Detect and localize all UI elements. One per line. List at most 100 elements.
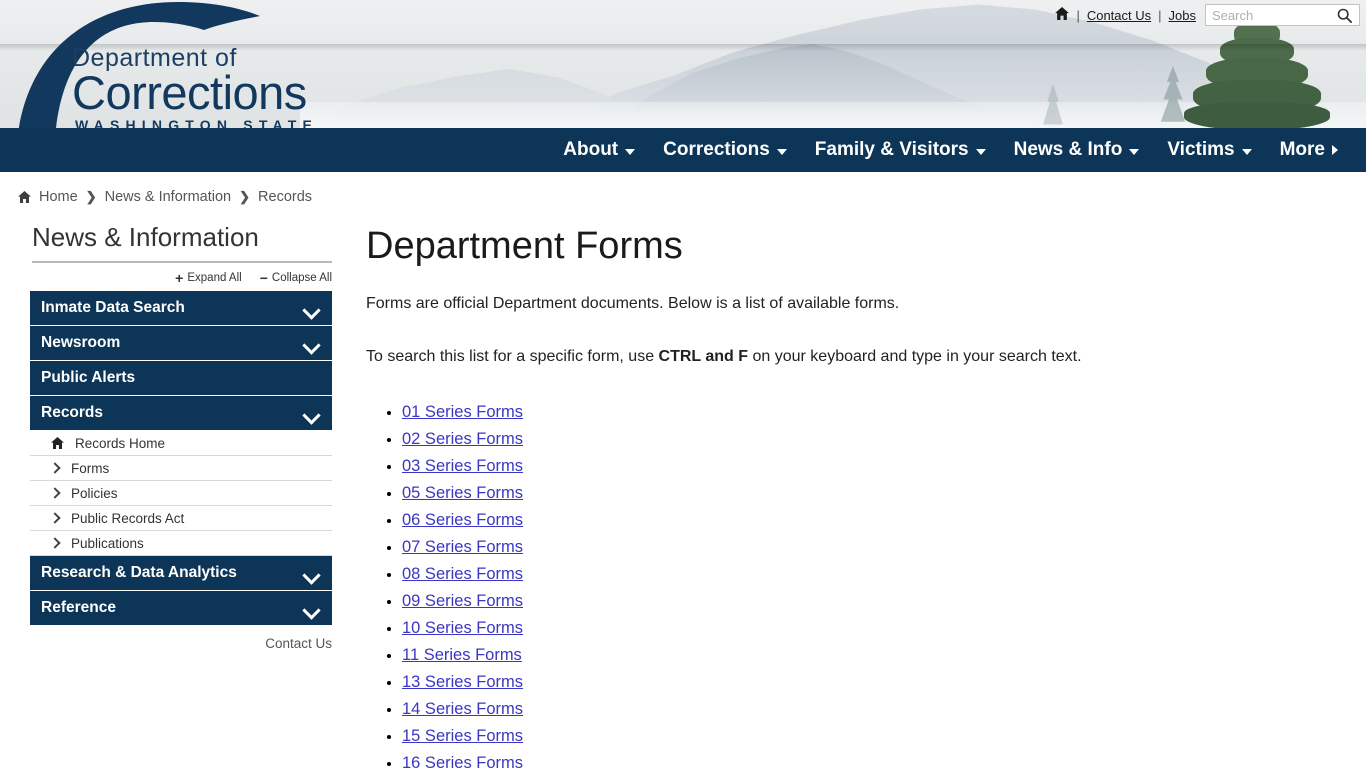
chevron-down-icon <box>1129 148 1140 155</box>
form-series-link[interactable]: 09 Series Forms <box>402 592 523 610</box>
list-item: 16 Series Forms <box>402 750 1346 768</box>
sidebar-item-publications[interactable]: Publications <box>30 531 332 556</box>
chevron-right-icon <box>51 489 60 498</box>
jobs-link[interactable]: Jobs <box>1169 8 1196 23</box>
sidebar-subitem-label: Records Home <box>75 435 166 451</box>
chevron-down-icon <box>304 604 318 613</box>
minus-icon: − <box>259 270 268 286</box>
chevron-down-icon <box>975 148 986 155</box>
chevron-down-icon <box>1241 148 1252 155</box>
form-series-link[interactable]: 08 Series Forms <box>402 565 523 583</box>
expand-all-button[interactable]: + Expand All <box>175 271 242 285</box>
form-series-link[interactable]: 05 Series Forms <box>402 484 523 502</box>
nav-item-family-visitors[interactable]: Family & Visitors <box>801 139 1000 161</box>
nav-item-corrections[interactable]: Corrections <box>649 139 801 161</box>
sidebar-section-label: Records <box>41 404 104 421</box>
plus-icon: + <box>175 270 184 286</box>
list-item: 15 Series Forms <box>402 723 1346 750</box>
list-item: 07 Series Forms <box>402 534 1346 561</box>
nav-label-about: About <box>563 139 619 160</box>
utility-separator-2: | <box>1158 7 1162 23</box>
chevron-down-icon <box>304 304 318 313</box>
form-series-link[interactable]: 02 Series Forms <box>402 430 523 448</box>
nav-label-corrections: Corrections <box>663 139 770 160</box>
list-item: 01 Series Forms <box>402 399 1346 426</box>
nav-label-news-info: News & Info <box>1013 139 1123 160</box>
form-series-link[interactable]: 07 Series Forms <box>402 538 523 556</box>
sidebar-section-public-alerts[interactable]: Public Alerts <box>30 361 332 396</box>
nav-item-more[interactable]: More <box>1266 139 1352 161</box>
sidebar-title: News & Information <box>32 222 332 263</box>
utility-bar: | Contact Us | Jobs <box>1055 4 1360 26</box>
contact-us-link[interactable]: Contact Us <box>1087 8 1151 23</box>
form-series-link[interactable]: 14 Series Forms <box>402 700 523 718</box>
list-item: 06 Series Forms <box>402 507 1346 534</box>
sidebar-section-inmate-data-search[interactable]: Inmate Data Search <box>30 291 332 326</box>
sidebar-item-public-records-act[interactable]: Public Records Act <box>30 506 332 531</box>
sidebar-subitem-label: Public Records Act <box>71 510 185 526</box>
sidebar-section-label: Inmate Data Search <box>41 299 185 316</box>
sidebar-section-reference[interactable]: Reference <box>30 591 332 626</box>
sidebar-section-label: Reference <box>41 599 116 616</box>
breadcrumb: Home ❯ News & Information ❯ Records <box>0 172 1366 208</box>
sidebar-section-research-data-analytics[interactable]: Research & Data Analytics <box>30 556 332 591</box>
form-series-link[interactable]: 03 Series Forms <box>402 457 523 475</box>
list-item: 10 Series Forms <box>402 615 1346 642</box>
sidebar-subitem-label: Policies <box>71 485 118 501</box>
form-series-link[interactable]: 11 Series Forms <box>402 646 522 664</box>
collapse-all-button[interactable]: − Collapse All <box>260 271 332 285</box>
intro-paragraph-2-after: on your keyboard and type in your search… <box>748 347 1082 365</box>
breadcrumb-item-home[interactable]: Home <box>39 189 78 205</box>
breadcrumb-separator: ❯ <box>239 189 251 204</box>
sidebar-item-policies[interactable]: Policies <box>30 481 332 506</box>
sidebar-section-records[interactable]: Records <box>30 396 332 431</box>
breadcrumb-item-news-information[interactable]: News & Information <box>105 189 232 205</box>
main-navigation: About Corrections Family & Visitors News… <box>0 128 1366 172</box>
list-item: 05 Series Forms <box>402 480 1346 507</box>
form-series-link[interactable]: 13 Series Forms <box>402 673 523 691</box>
list-item: 03 Series Forms <box>402 453 1346 480</box>
list-item: 11 Series Forms <box>402 642 1346 669</box>
expand-collapse-row: + Expand All − Collapse All <box>30 267 332 291</box>
chevron-right-icon <box>51 539 60 548</box>
form-series-link[interactable]: 01 Series Forms <box>402 403 523 421</box>
site-header: Department of Corrections WASHINGTON STA… <box>0 0 1366 128</box>
search-submit-button[interactable] <box>1331 5 1357 25</box>
sidebar-section-label: Newsroom <box>41 334 121 351</box>
form-series-link[interactable]: 15 Series Forms <box>402 727 523 745</box>
chevron-down-icon <box>304 339 318 348</box>
sidebar-contact-us-link[interactable]: Contact Us <box>265 636 332 651</box>
home-icon <box>18 191 31 203</box>
form-series-link[interactable]: 06 Series Forms <box>402 511 523 529</box>
sidebar-subitem-label: Publications <box>71 535 144 551</box>
sidebar-section-label: Public Alerts <box>41 369 136 386</box>
search-input[interactable] <box>1206 5 1331 25</box>
nav-item-news-info[interactable]: News & Info <box>1000 139 1154 161</box>
logo-line-state: WASHINGTON STATE <box>75 117 319 128</box>
nav-item-victims[interactable]: Victims <box>1153 139 1265 161</box>
breadcrumb-item-records: Records <box>258 189 313 205</box>
nav-label-victims: Victims <box>1167 139 1235 160</box>
sidebar-section-newsroom[interactable]: Newsroom <box>30 326 332 361</box>
chevron-down-icon <box>776 148 787 155</box>
nav-label-family-visitors: Family & Visitors <box>814 139 969 160</box>
form-series-link[interactable]: 10 Series Forms <box>402 619 523 637</box>
utility-home-link[interactable] <box>1055 7 1070 23</box>
expand-all-label: Expand All <box>187 272 242 284</box>
intro-paragraph-1: Forms are official Department documents.… <box>366 294 900 312</box>
search-box <box>1205 4 1360 26</box>
site-logo[interactable]: Department of Corrections WASHINGTON STA… <box>0 0 330 128</box>
sidebar-item-forms[interactable]: Forms <box>30 456 332 481</box>
chevron-down-icon <box>625 148 636 155</box>
list-item: 13 Series Forms <box>402 669 1346 696</box>
evergreen-tree-icon <box>1182 16 1332 128</box>
home-icon <box>51 437 64 449</box>
search-icon <box>1337 8 1352 23</box>
list-item: 14 Series Forms <box>402 696 1346 723</box>
nav-item-about[interactable]: About <box>549 139 649 161</box>
sidebar-item-records-home[interactable]: Records Home <box>30 431 332 456</box>
chevron-down-icon <box>304 569 318 578</box>
logo-wordmark: Department of Corrections WASHINGTON STA… <box>72 46 319 129</box>
chevron-down-icon <box>304 409 318 418</box>
form-series-link[interactable]: 16 Series Forms <box>402 754 523 768</box>
